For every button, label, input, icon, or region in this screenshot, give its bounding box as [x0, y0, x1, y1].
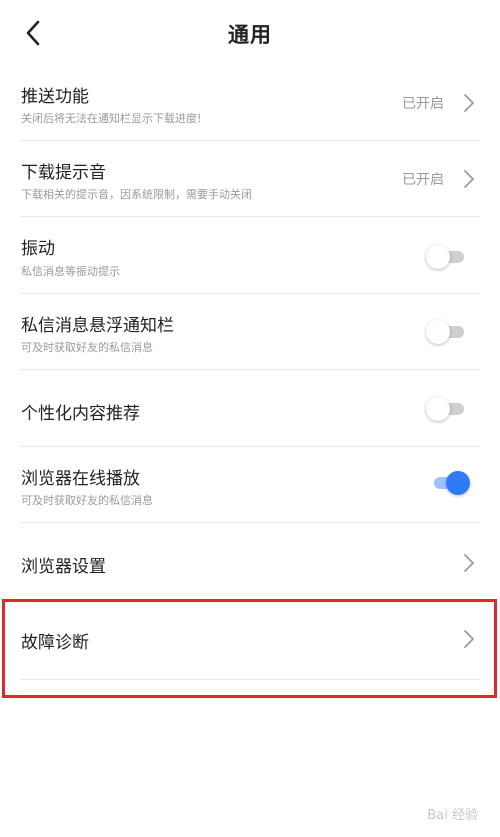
settings-item-personalized-recommend[interactable]: 个性化内容推荐: [0, 370, 500, 447]
status-text: 已开启: [402, 172, 444, 188]
settings-item-subtitle: 私信消息等振动提示: [21, 265, 120, 278]
chevron-right-icon: [464, 170, 474, 188]
page-title: 通用: [228, 23, 272, 47]
settings-item-title: 个性化内容推荐: [21, 404, 140, 424]
settings-item-browser-online-play[interactable]: 浏览器在线播放 可及时获取好友的私信消息: [0, 447, 500, 523]
settings-item-title: 私信消息悬浮通知栏: [21, 316, 174, 336]
chevron-right-icon: [464, 94, 474, 112]
chevron-right-icon: [464, 630, 474, 648]
settings-item-title: 推送功能: [21, 87, 89, 107]
settings-item-subtitle: 可及时获取好友的私信消息: [21, 494, 153, 507]
browser-online-play-toggle[interactable]: [426, 469, 470, 497]
personalized-recommend-toggle[interactable]: [426, 395, 470, 423]
settings-item-title: 故障诊断: [21, 633, 89, 653]
settings-item-vibration[interactable]: 振动 私信消息等振动提示: [0, 217, 500, 294]
settings-item-browser-settings[interactable]: 浏览器设置: [0, 523, 500, 600]
settings-item-push[interactable]: 推送功能 关闭后将无法在通知栏显示下载进度! 已开启: [0, 65, 500, 141]
settings-item-floating-notification[interactable]: 私信消息悬浮通知栏 可及时获取好友的私信消息: [0, 294, 500, 370]
settings-item-title: 浏览器在线播放: [21, 469, 140, 489]
status-text: 已开启: [402, 96, 444, 112]
vibration-toggle[interactable]: [426, 243, 470, 271]
chevron-right-icon: [464, 554, 474, 572]
floating-notification-toggle[interactable]: [426, 318, 470, 346]
settings-item-subtitle: 可及时获取好友的私信消息: [21, 341, 153, 354]
settings-item-title: 浏览器设置: [21, 557, 106, 577]
settings-item-subtitle: 下载相关的提示音，因系统限制，需要手动关闭: [21, 188, 252, 201]
settings-item-download-sound[interactable]: 下载提示音 下载相关的提示音，因系统限制，需要手动关闭 已开启: [0, 141, 500, 217]
settings-item-subtitle: 关闭后将无法在通知栏显示下载进度!: [21, 112, 202, 125]
settings-item-fault-diagnosis[interactable]: 故障诊断: [0, 600, 500, 680]
settings-list: 推送功能 关闭后将无法在通知栏显示下载进度! 已开启 下载提示音 下载相关的提示…: [0, 65, 500, 680]
header: 通用: [0, 0, 500, 68]
divider: [20, 679, 480, 680]
watermark: Bai 经验: [427, 808, 478, 823]
settings-item-title: 下载提示音: [21, 163, 106, 183]
settings-item-title: 振动: [21, 239, 55, 259]
